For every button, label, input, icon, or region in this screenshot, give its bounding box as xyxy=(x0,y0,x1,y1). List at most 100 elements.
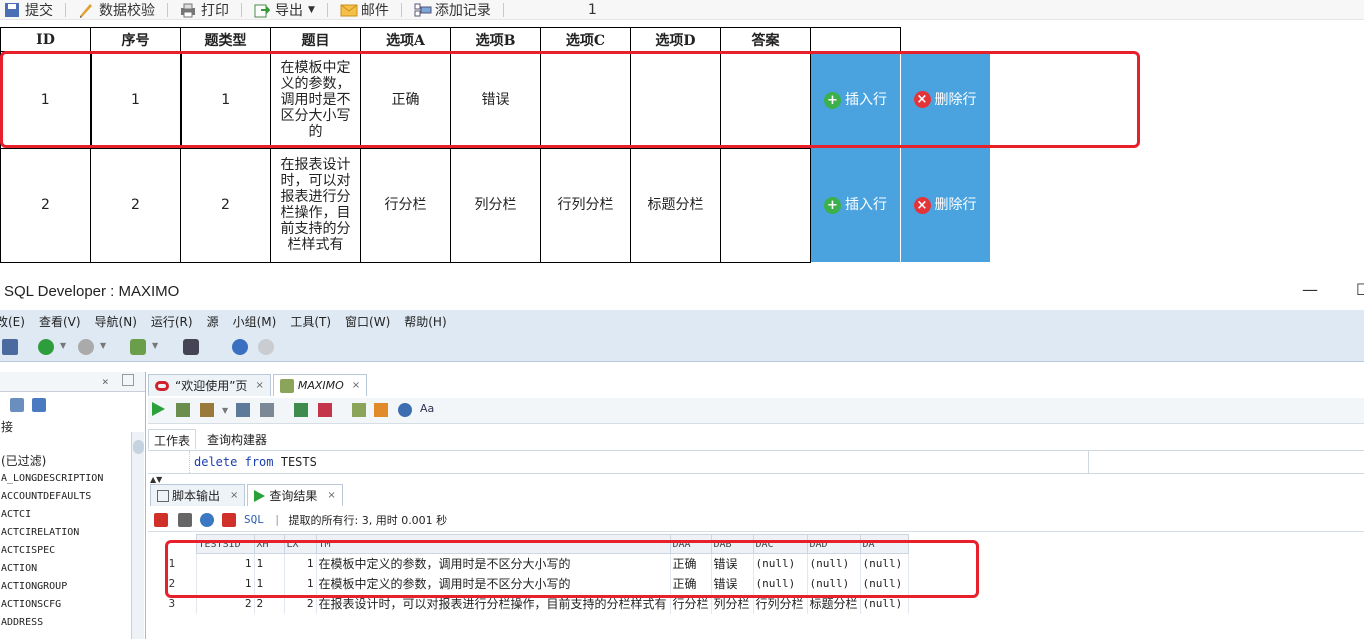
toolbar-divider: | xyxy=(273,513,281,526)
splitter-handle[interactable]: ▲▼ xyxy=(150,475,162,484)
cell-option-a[interactable]: 行分栏 xyxy=(360,147,451,263)
commit-icon[interactable] xyxy=(294,403,308,417)
undo-icon[interactable] xyxy=(232,339,248,355)
redo-icon[interactable] xyxy=(258,339,274,355)
tab-worksheet[interactable]: 工作表 xyxy=(148,429,197,449)
cell-option-d[interactable]: 标题分栏 xyxy=(630,147,721,263)
tree-node-table[interactable]: ACTIONGROUP xyxy=(0,578,145,596)
result-toolbar: SQL | 提取的所有行: 3, 用时 0.001 秒 xyxy=(148,508,1364,532)
tab-maximo[interactable]: MAXIMO × xyxy=(272,374,368,396)
sql-keyword-from: from xyxy=(244,455,274,469)
forward-icon[interactable] xyxy=(78,339,94,355)
close-icon[interactable]: × xyxy=(230,490,238,501)
run-script-icon[interactable] xyxy=(176,403,190,417)
col-header-option-b: 选项B xyxy=(450,27,541,52)
record-count: 1 xyxy=(587,1,597,18)
cell-seq[interactable]: 2 xyxy=(90,147,181,263)
db-connect-icon[interactable] xyxy=(130,339,146,355)
tree-node-table[interactable]: ACCOUNTDEFAULTS xyxy=(0,488,145,506)
close-icon: × xyxy=(913,196,931,214)
delete-row-button[interactable]: × 删除行 xyxy=(900,148,990,262)
editor-area: “欢迎使用”页 × MAXIMO × ▼ Aa 工作表 查询构建器 delete… xyxy=(148,372,1364,639)
sql-editor[interactable]: delete from TESTS xyxy=(148,450,1364,474)
save-all-icon[interactable] xyxy=(2,339,18,355)
sql-button[interactable]: SQL xyxy=(244,513,264,526)
export-button[interactable]: 导出 ▼ xyxy=(250,0,319,20)
menu-source[interactable]: 源 xyxy=(207,313,219,330)
menu-run[interactable]: 运行(R) xyxy=(151,313,193,330)
close-icon[interactable]: × xyxy=(102,375,109,388)
tree-node-table[interactable]: ACTIONSCFG xyxy=(0,596,145,614)
cell-option-c[interactable]: 行列分栏 xyxy=(540,147,631,263)
grid-header-row: ID 序号 题类型 题目 选项A 选项B 选项C 选项D 答案 xyxy=(0,27,991,52)
cell-type[interactable]: 2 xyxy=(180,147,271,263)
tree-node-table[interactable]: A_LONGDESCRIPTION xyxy=(0,470,145,488)
menu-bar: 改(E) 查看(V) 导航(N) 运行(R) 源 小组(M) 工具(T) 窗口(… xyxy=(0,310,1364,332)
menu-navigate[interactable]: 导航(N) xyxy=(95,313,137,330)
cell-question[interactable]: 在报表设计时，可以对报表进行分栏操作，目前支持的分栏样式有 xyxy=(270,147,361,263)
tree-node-connection[interactable]: 接 xyxy=(0,418,145,436)
menu-window[interactable]: 窗口(W) xyxy=(345,313,390,330)
close-icon[interactable]: × xyxy=(327,490,335,501)
save-icon xyxy=(4,2,22,18)
format-icon[interactable]: Aa xyxy=(420,402,434,415)
cell-option-b[interactable]: 列分栏 xyxy=(450,147,541,263)
menu-tools[interactable]: 工具(T) xyxy=(290,313,331,330)
back-icon[interactable] xyxy=(38,339,54,355)
chevron-down-icon[interactable]: ▼ xyxy=(100,341,106,350)
col-header-question: 题目 xyxy=(270,27,361,52)
add-record-button[interactable]: 添加记录 xyxy=(410,0,495,20)
print-button[interactable]: 打印 xyxy=(176,0,233,20)
pin-icon[interactable] xyxy=(154,512,168,527)
binoculars-icon[interactable] xyxy=(183,339,199,355)
vertical-scrollbar[interactable] xyxy=(131,432,144,639)
tab-query-result[interactable]: 查询结果 × xyxy=(247,484,343,506)
chevron-down-icon[interactable]: ▼ xyxy=(152,341,158,350)
maximize-icon[interactable]: ☐ xyxy=(1356,280,1364,299)
unshared-sql-icon[interactable] xyxy=(352,403,366,417)
filter-icon[interactable] xyxy=(10,398,24,412)
validate-button[interactable]: 数据校验 xyxy=(74,0,159,20)
autotrace-icon[interactable] xyxy=(200,403,214,417)
tree-node-tables-filtered[interactable]: (已过滤) xyxy=(0,452,145,470)
menu-edit[interactable]: 改(E) xyxy=(0,313,25,330)
history-icon[interactable] xyxy=(398,403,412,417)
clear-icon[interactable] xyxy=(374,403,388,417)
tree-node-table[interactable]: ACTCI xyxy=(0,506,145,524)
insert-row-label: 插入行 xyxy=(845,197,887,213)
sql-tuning-icon[interactable] xyxy=(260,403,274,417)
close-icon[interactable]: × xyxy=(352,380,360,391)
cell-answer[interactable] xyxy=(720,147,811,263)
tree-node-table[interactable]: ACTCIRELATION xyxy=(0,524,145,542)
submit-button[interactable]: 提交 xyxy=(0,0,57,20)
cancel-query-icon[interactable] xyxy=(222,512,236,527)
chevron-down-icon[interactable]: ▼ xyxy=(60,341,66,350)
plus-icon: + xyxy=(824,196,841,214)
explain-plan-icon[interactable] xyxy=(236,403,250,417)
refresh-icon[interactable] xyxy=(32,398,46,412)
menu-help[interactable]: 帮助(H) xyxy=(404,313,446,330)
tree-node-table[interactable]: ADDRESS xyxy=(0,614,145,632)
tab-script-output[interactable]: 脚本输出 × xyxy=(150,484,246,506)
scrollbar-thumb[interactable] xyxy=(133,440,144,454)
cell-id[interactable]: 2 xyxy=(0,147,91,263)
menu-team[interactable]: 小组(M) xyxy=(233,313,277,330)
minimize-icon[interactable]: — xyxy=(1302,280,1318,299)
refresh-icon[interactable] xyxy=(200,512,214,527)
sql-code-line[interactable]: delete from TESTS xyxy=(194,455,317,469)
toolbar-divider xyxy=(241,2,242,17)
tab-welcome[interactable]: “欢迎使用”页 × xyxy=(148,374,271,396)
rollback-icon[interactable] xyxy=(318,403,332,417)
close-icon[interactable]: × xyxy=(255,380,263,391)
print-icon[interactable] xyxy=(178,512,192,527)
insert-row-button[interactable]: + 插入行 xyxy=(811,148,900,262)
tree-node-table[interactable]: ACTION xyxy=(0,560,145,578)
tab-query-builder[interactable]: 查询构建器 xyxy=(202,429,272,449)
mail-button[interactable]: 邮件 xyxy=(336,0,393,20)
menu-view[interactable]: 查看(V) xyxy=(39,313,81,330)
run-statement-icon[interactable] xyxy=(152,402,165,416)
delete-cell: × 删除行 xyxy=(900,148,991,262)
minimize-panel-icon[interactable] xyxy=(122,374,134,386)
chevron-down-icon[interactable]: ▼ xyxy=(222,406,228,415)
tree-node-table[interactable]: ACTCISPEC xyxy=(0,542,145,560)
